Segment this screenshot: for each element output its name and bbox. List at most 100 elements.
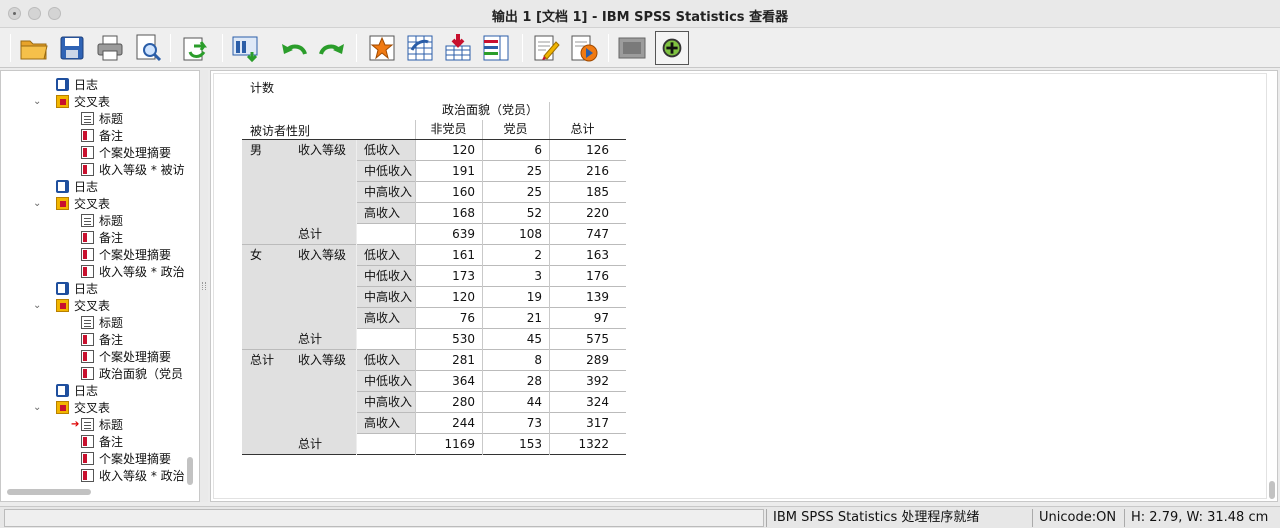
outline-item[interactable]: 收入等级 * 被访 — [81, 162, 185, 179]
content-vertical-scrollbar[interactable] — [1269, 481, 1275, 499]
cell-value: 324 — [586, 395, 609, 409]
header-divider — [482, 120, 483, 140]
row-category-label: 高收入 — [364, 416, 401, 430]
column-divider — [482, 140, 483, 455]
collapse-chevron-icon[interactable]: ⌄ — [33, 96, 45, 108]
pane-splitter[interactable] — [200, 70, 208, 502]
outline-item-label: 个案处理摘要 — [99, 248, 172, 262]
print-icon[interactable] — [94, 32, 126, 64]
goto-case-icon[interactable] — [404, 32, 436, 64]
notes-icon — [81, 231, 94, 244]
outline-item[interactable]: 个案处理摘要 — [81, 451, 171, 468]
goto-data-icon[interactable] — [366, 32, 398, 64]
outline-item[interactable]: 备注 — [81, 230, 123, 247]
variables-icon[interactable] — [480, 32, 512, 64]
table-icon — [81, 265, 94, 278]
title-icon — [81, 418, 94, 431]
outline-item[interactable]: 标题 — [81, 315, 123, 332]
pane-dimensions: H: 2.79, W: 31.48 cm — [1124, 509, 1276, 527]
cell-value: 21 — [526, 311, 542, 325]
outline-item[interactable]: 交叉表 — [56, 94, 110, 111]
show-output-button[interactable] — [655, 31, 689, 65]
outline-item[interactable]: 收入等级 * 政治 — [81, 264, 185, 281]
outline-item[interactable]: 备注 — [81, 128, 123, 145]
cell-value: 639 — [452, 227, 475, 241]
cell-value: 76 — [459, 311, 475, 325]
cell-value: 52 — [526, 206, 542, 220]
crosstab-icon — [56, 299, 69, 312]
outline-item[interactable]: 个案处理摘要 — [81, 349, 171, 366]
column-divider — [415, 140, 416, 455]
table-icon — [81, 350, 94, 363]
outline-item[interactable]: 标题 — [81, 213, 123, 230]
outline-item[interactable]: 个案处理摘要 — [81, 145, 171, 162]
outline-item-label: 收入等级 * 政治 — [99, 265, 185, 279]
window-title: 输出 1 [文档 1] - IBM SPSS Statistics 查看器 — [491, 10, 789, 25]
cell-value: 44 — [526, 395, 542, 409]
cell-value: 244 — [452, 416, 475, 430]
outline-item[interactable]: 交叉表 — [56, 400, 110, 417]
row-group-label: 男 — [250, 143, 263, 157]
hide-output-icon[interactable] — [616, 32, 648, 64]
print-preview-icon[interactable] — [132, 32, 164, 64]
row-category-label: 中低收入 — [364, 374, 413, 388]
log-icon — [56, 78, 69, 91]
column-header: 党员 — [503, 122, 528, 136]
cell-value: 317 — [586, 416, 609, 430]
outline-item-label: 交叉表 — [74, 95, 111, 109]
insert-output-icon[interactable] — [568, 32, 600, 64]
save-icon[interactable] — [56, 32, 88, 64]
cell-value: 120 — [452, 290, 475, 304]
column-divider — [549, 140, 550, 455]
outline-item-label: 收入等级 * 政治 — [99, 469, 185, 483]
redo-icon[interactable] — [316, 32, 348, 64]
cell-value: 280 — [452, 395, 475, 409]
collapse-chevron-icon[interactable]: ⌄ — [33, 300, 45, 312]
column-group-header: 政治面貌（党员） — [442, 103, 539, 117]
collapse-chevron-icon[interactable]: ⌄ — [33, 198, 45, 210]
cell-value: 3 — [534, 269, 542, 283]
outline-vertical-scrollbar[interactable] — [187, 457, 193, 485]
outline-horizontal-scrollbar[interactable] — [7, 489, 91, 495]
open-icon[interactable] — [18, 32, 50, 64]
outline-item[interactable]: 收入等级 * 政治 — [81, 468, 185, 485]
outline-item[interactable]: 日志 — [56, 281, 98, 298]
designate-window-icon[interactable] — [530, 32, 562, 64]
outline-item[interactable]: 日志 — [56, 179, 98, 196]
undo-icon[interactable] — [278, 32, 310, 64]
recall-dialog-icon[interactable] — [230, 32, 262, 64]
crosstab-icon — [56, 401, 69, 414]
outline-item[interactable]: 备注 — [81, 332, 123, 349]
title-bar: 输出 1 [文档 1] - IBM SPSS Statistics 查看器 — [0, 0, 1280, 28]
outline-item[interactable]: 交叉表 — [56, 298, 110, 315]
outline-item[interactable]: 日志 — [56, 77, 98, 94]
outline-item[interactable]: 标题 — [81, 111, 123, 128]
title-icon — [81, 316, 94, 329]
table-icon — [81, 367, 94, 380]
outline-item[interactable]: 日志 — [56, 383, 98, 400]
outline-item-label: 标题 — [99, 112, 124, 126]
outline-item[interactable]: 标题 — [81, 417, 123, 434]
header-divider — [415, 120, 416, 140]
outline-item-label: 交叉表 — [74, 299, 111, 313]
outline-item[interactable]: 备注 — [81, 434, 123, 451]
row-category-label: 低收入 — [364, 353, 401, 367]
goto-variable-icon[interactable] — [442, 32, 474, 64]
outline-item[interactable]: 交叉表 — [56, 196, 110, 213]
row-group-label: 女 — [250, 248, 263, 262]
outline-item[interactable]: 个案处理摘要 — [81, 247, 171, 264]
outline-item[interactable]: 政治面貌（党员 — [81, 366, 183, 383]
cell-value: 6 — [534, 143, 542, 157]
row-category-label: 高收入 — [364, 311, 401, 325]
cell-value: 392 — [586, 374, 609, 388]
unicode-status: Unicode:ON — [1032, 509, 1124, 527]
cell-value: 281 — [452, 353, 475, 367]
cell-value: 176 — [586, 269, 609, 283]
outline-item-label: 备注 — [99, 129, 124, 143]
export-icon[interactable] — [180, 32, 212, 64]
collapse-chevron-icon[interactable]: ⌄ — [33, 402, 45, 414]
row-category-label: 高收入 — [364, 206, 401, 220]
cell-value: 747 — [586, 227, 609, 241]
row-variable-label: 收入等级 — [298, 143, 347, 157]
title-icon — [81, 112, 94, 125]
